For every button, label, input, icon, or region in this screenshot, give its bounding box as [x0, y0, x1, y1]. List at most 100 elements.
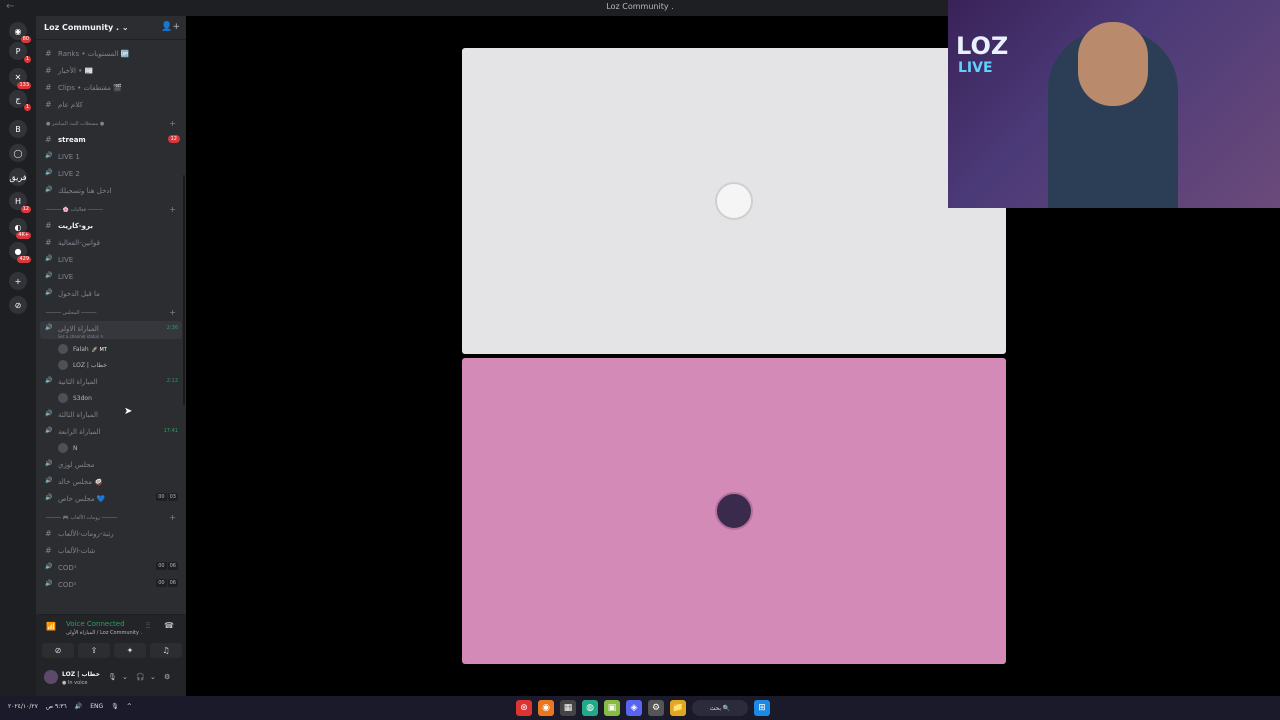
taskbar-app-icon[interactable]: ▦ — [560, 700, 576, 716]
channel-category[interactable]: ───── 🎮 رومات الألعاب ───── + — [40, 512, 182, 524]
noise-suppression-icon[interactable]: ⫶⫶ — [146, 621, 150, 631]
avatar — [58, 360, 68, 370]
disconnect-icon[interactable]: ☎ — [164, 621, 174, 630]
server-ring-icon[interactable]: ◯ — [9, 144, 27, 162]
add-member-icon[interactable]: 👤+ — [161, 22, 180, 32]
server-arabic-icon[interactable]: ج1 — [9, 90, 31, 111]
voice-channel[interactable]: 🔊 LIVE 2 — [40, 166, 182, 182]
voice-channel[interactable]: 🔊 المباراة الرابعة 17:41 — [40, 424, 182, 440]
unread-badge: 1 — [23, 56, 31, 63]
voice-participant[interactable]: LOZ | خطاب — [58, 358, 178, 373]
add-channel-icon[interactable]: + — [169, 308, 176, 317]
voice-participant[interactable]: Falah 🚀 MT — [58, 342, 178, 357]
tray-item[interactable]: ENG — [90, 703, 103, 710]
participant-tile-2[interactable] — [462, 358, 1006, 664]
server-green-icon[interactable]: ● 429 — [9, 242, 31, 263]
tray-item[interactable]: 🔊 — [75, 703, 82, 710]
mic-chevron-icon[interactable]: ⌄ — [122, 673, 128, 681]
add-channel-icon[interactable]: + — [169, 513, 176, 522]
category-name: ───── 🎮 رومات الألعاب ───── — [46, 515, 117, 521]
taskbar-app-icon[interactable]: ⊛ — [516, 700, 532, 716]
voice-connected-label[interactable]: Voice Connected — [66, 620, 125, 628]
user-limit-pill: 00 06 — [155, 579, 178, 587]
text-channel[interactable]: # الأخبار • 📰 — [40, 63, 182, 79]
add-channel-icon[interactable]: + — [169, 205, 176, 214]
server-c-icon[interactable]: ◐ 4K+ — [9, 218, 31, 239]
tray-item[interactable]: ^ — [127, 703, 132, 710]
guild-name[interactable]: Loz Community . ⌄ — [44, 23, 129, 32]
channel-name: المباراة الثالثة — [58, 411, 98, 419]
voice-channel[interactable]: 🔊 مجلس خاص 💙 00 03 — [40, 491, 182, 507]
server-h-icon[interactable]: H 12 — [9, 192, 31, 213]
channel-category[interactable]: ───── المجلس ───── + — [40, 307, 182, 319]
voice-channel[interactable]: 🔊 LIVE — [40, 269, 182, 285]
voice-channel[interactable]: 🔊 COD¹ 00 06 — [40, 560, 182, 576]
pill-value: 03 — [167, 493, 178, 501]
server-glyph: ◐ — [14, 222, 22, 232]
taskbar-app-icon[interactable]: ◈ — [626, 700, 642, 716]
avatar[interactable] — [44, 670, 58, 684]
soundboard-button[interactable]: ♫ — [150, 643, 182, 658]
taskbar-search[interactable]: بحث 🔍 — [692, 700, 748, 716]
system-tray: ٩:٣٦ ص ٢٠٢٤/١٠/٢٧ 🔊 ENG 🎙 ^ — [8, 703, 140, 710]
tray-item[interactable]: ٩:٣٦ ص — [46, 703, 67, 710]
taskbar-app-icon[interactable]: ◉ — [538, 700, 554, 716]
screen-share-button[interactable]: ⇪ — [78, 643, 110, 658]
text-channel[interactable]: # كلام عام — [40, 97, 182, 113]
microphone-icon[interactable]: 🎙 — [108, 673, 117, 681]
settings-gear-icon[interactable]: ⚙ — [164, 673, 170, 681]
voice-channel[interactable]: 🔊 المباراة الثانية 2:12 — [40, 374, 182, 390]
channel-category[interactable]: ● مسجلات البث المباشر ● + — [40, 118, 182, 130]
channel-name: LIVE — [58, 273, 74, 281]
channel-category[interactable]: ───── 🌸 فعاليات ───── + — [40, 204, 182, 216]
taskbar-app-icon[interactable]: ▣ — [604, 700, 620, 716]
text-channel[interactable]: # قوانين-الفعالية — [40, 235, 182, 251]
unread-badge: 4K+ — [16, 232, 31, 239]
voice-channel[interactable]: 🔊 المباراة الاولى 2:36 Set a channel status… — [40, 321, 182, 339]
taskbar-app-icon[interactable]: 📁 — [670, 700, 686, 716]
server-glyph: ج — [15, 94, 21, 104]
server-blue-icon[interactable]: B — [9, 120, 27, 138]
voice-participant[interactable]: N — [58, 441, 178, 456]
text-channel[interactable]: # stream 12 — [40, 132, 182, 148]
text-channel[interactable]: # Ranks • المستويات 🆙 — [40, 46, 182, 62]
voice-channel-path[interactable]: المباراة الأولى / Loz Community . — [66, 630, 142, 636]
guild-header[interactable]: Loz Community . ⌄ 👤+ — [36, 16, 186, 40]
server-p-icon[interactable]: P1 — [9, 42, 31, 63]
participant-tile-1[interactable] — [462, 48, 1006, 354]
voice-channel[interactable]: 🔊 LIVE 1 — [40, 149, 182, 165]
taskbar-app-icon[interactable]: ◍ — [582, 700, 598, 716]
voice-channel[interactable]: 🔊 LIVE — [40, 252, 182, 268]
sidebar-scrollbar[interactable] — [183, 175, 185, 405]
speaker-icon: 🔊 — [45, 477, 53, 484]
discord-icon-icon[interactable]: ◉ 80 — [9, 22, 31, 43]
headphones-chevron-icon[interactable]: ⌄ — [150, 673, 156, 681]
voice-channel[interactable]: 🔊 COD² 00 06 — [40, 577, 182, 593]
text-channel[interactable]: # رتبة-رومات-الألعاب — [40, 526, 182, 542]
server-glyph: ● — [14, 246, 22, 256]
voice-participant[interactable]: S3don — [58, 391, 178, 406]
add-server-icon[interactable]: + — [9, 272, 27, 290]
voice-channel[interactable]: 🔊 ادخل هنا وتسجيلك — [40, 183, 182, 199]
headphones-icon[interactable]: 🎧 — [136, 673, 145, 681]
text-channel[interactable]: # Clips • مقتطفات 🎬 — [40, 80, 182, 96]
voice-channel[interactable]: 🔊 ما قبل الدخول — [40, 286, 182, 302]
category-name: ● مسجلات البث المباشر ● — [46, 121, 105, 127]
speaker-icon: 🔊 — [45, 494, 53, 501]
voice-channel[interactable]: 🔊 مجلس لوزي — [40, 457, 182, 473]
text-channel[interactable]: # برو-كاريت — [40, 218, 182, 234]
activities-button[interactable]: ✦ — [114, 643, 146, 658]
tray-item[interactable]: 🎙 — [111, 703, 119, 710]
channel-status-prompt[interactable]: Set a channel status ✎ — [58, 334, 104, 339]
add-channel-icon[interactable]: + — [169, 119, 176, 128]
server-b-icon[interactable]: ✕ 133 — [9, 68, 31, 89]
voice-channel[interactable]: 🔊 مجلس خالد 🥥 — [40, 474, 182, 490]
text-channel[interactable]: # شات-الألعاب — [40, 543, 182, 559]
tray-item[interactable]: ٢٠٢٤/١٠/٢٧ — [8, 703, 38, 710]
taskbar-app-icon[interactable]: ⚙ — [648, 700, 664, 716]
voice-channel[interactable]: 🔊 المباراة الثالثة — [40, 407, 182, 423]
camera-off-button[interactable]: ⊘ — [42, 643, 74, 658]
explore-icon[interactable]: ⊘ — [9, 296, 27, 314]
windows-start-icon[interactable]: ⊞ — [754, 700, 770, 716]
server-text-icon[interactable]: فريق — [9, 168, 27, 186]
